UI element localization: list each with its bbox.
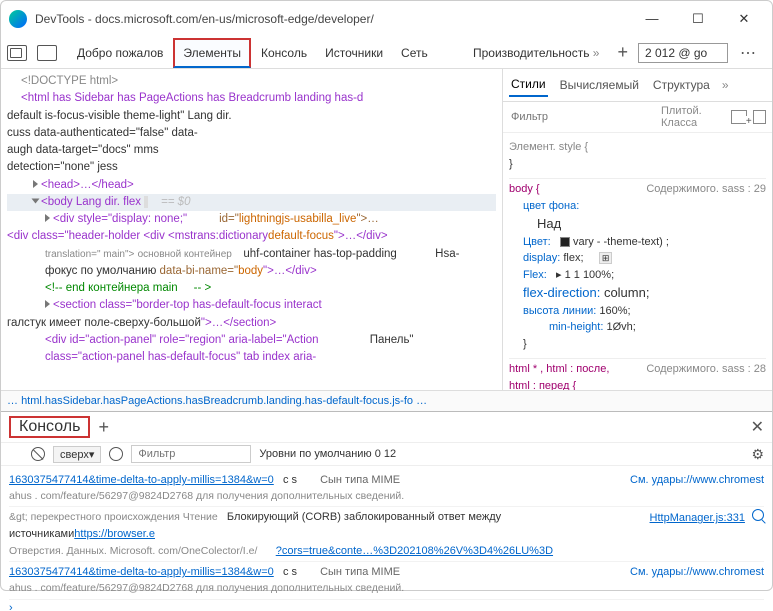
device-icon[interactable] (37, 45, 57, 61)
clear-console-icon[interactable] (31, 447, 45, 461)
expand-icon[interactable] (33, 180, 38, 188)
console-filter-input[interactable] (131, 445, 251, 463)
toggle-panel-icon[interactable] (753, 110, 766, 124)
search-input[interactable]: 2 012 @ go (638, 43, 728, 63)
tab-computed[interactable]: Вычисляемый (558, 74, 641, 96)
titlebar: DevTools - docs.microsoft.com/en-us/micr… (1, 1, 772, 37)
more-icon[interactable]: ⋯ (732, 43, 766, 63)
tab-sources[interactable]: Источники (317, 40, 391, 66)
context-dropdown[interactable]: сверх▾ (53, 446, 101, 463)
collapse-icon[interactable] (32, 198, 40, 203)
new-rule-icon[interactable] (731, 110, 747, 124)
search-icon[interactable] (752, 509, 764, 521)
maximize-button[interactable]: ☐ (684, 11, 712, 27)
console-close-icon[interactable]: ✕ (751, 417, 764, 437)
styles-panel: Стили Вычисляемый Структура » Плитой. Кл… (502, 69, 772, 390)
inspect-icon[interactable] (7, 45, 27, 61)
console-drawer: Консоль + ✕ сверх▾ Уровни по умолчанию 0… (1, 411, 772, 611)
flex-badge[interactable]: ⊞ (599, 252, 613, 264)
sidebar-toggle-icon[interactable] (9, 448, 23, 460)
tab-console[interactable]: Консоль (253, 40, 315, 66)
console-log[interactable]: См. удары://www.chromest 1630375477414&t… (1, 466, 772, 611)
window-title: DevTools - docs.microsoft.com/en-us/micr… (35, 12, 638, 26)
live-expression-icon[interactable] (109, 447, 123, 461)
color-swatch[interactable] (560, 237, 570, 247)
tab-performance[interactable]: Производительность » (465, 40, 608, 66)
close-button[interactable]: ✕ (730, 11, 758, 27)
edge-icon (9, 10, 27, 28)
console-settings-icon[interactable]: ⚙ (751, 446, 764, 463)
tab-layout[interactable]: Структура (651, 74, 712, 96)
main-toolbar: Добро пожалов Элементы Консоль Источники… (1, 37, 772, 69)
tab-styles[interactable]: Стили (509, 73, 548, 97)
tab-network[interactable]: Сеть (393, 40, 436, 66)
tab-welcome[interactable]: Добро пожалов (69, 40, 171, 66)
minimize-button[interactable]: — (638, 11, 666, 27)
more-tabs-icon[interactable]: » (722, 78, 729, 92)
add-tab-button[interactable]: + (611, 42, 634, 63)
styles-filter-input[interactable] (509, 109, 655, 125)
dom-tree[interactable]: <!DOCTYPE html> <html has Sidebar has Pa… (1, 69, 502, 390)
hov-button[interactable]: Плитой. Класса (661, 105, 725, 129)
console-add-icon[interactable]: + (98, 417, 109, 438)
breadcrumb[interactable]: … html.hasSidebar.hasPageActions.hasBrea… (1, 390, 772, 411)
console-title: Консоль (9, 416, 90, 438)
log-levels[interactable]: Уровни по умолчанию 0 12 (259, 448, 396, 460)
tab-elements[interactable]: Элементы (173, 38, 251, 68)
